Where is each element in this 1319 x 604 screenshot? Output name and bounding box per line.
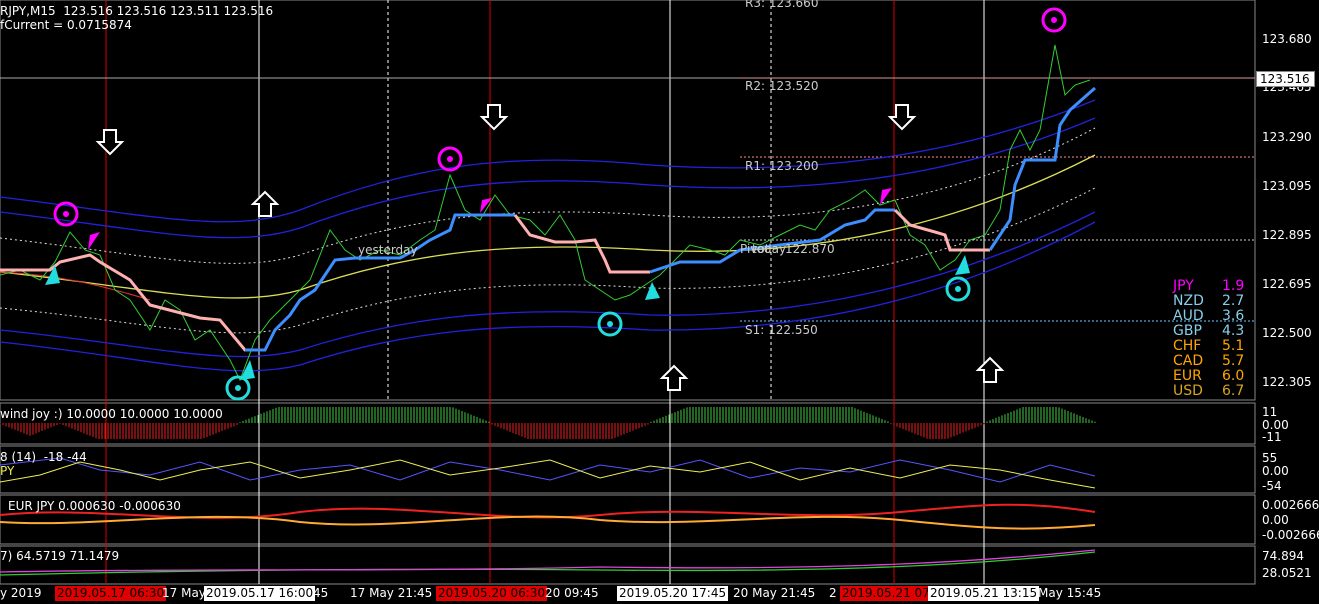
indicator2-label: 8 (14) -18 -44 [0, 450, 87, 464]
time-axis-label: 2019.05.21 07 [840, 586, 932, 601]
current-price-tag: 123.516 [1256, 71, 1315, 87]
price-axis-label: 122.305 [1262, 375, 1312, 389]
price-axis-label: 122.695 [1262, 277, 1312, 291]
price-axis-label: 122.500 [1262, 326, 1312, 340]
time-axis-label: 2019.05.20 17:45 [617, 586, 729, 601]
signal-circles [53, 7, 1067, 401]
currency-strength-value: 3.6 [1222, 308, 1245, 324]
trail-line-sell-2 [513, 214, 650, 274]
envelope-bands [0, 99, 1096, 372]
trail-line-buy-2 [649, 208, 895, 274]
session-lines [105, 0, 985, 584]
indicator4-axis: 28.0521 [1262, 566, 1312, 580]
indicator3-frame [0, 494, 1256, 545]
indicator2-yellow-line [0, 459, 1096, 489]
time-axis-label: 2019.05.20 06:30 [436, 586, 548, 601]
price-axis-label: 123.290 [1262, 130, 1312, 144]
price-line [0, 44, 1091, 382]
indicator3-axis: 0.002666 [1262, 498, 1319, 512]
price-axis-label: 123.095 [1262, 179, 1312, 193]
indicator1-axis: 11 [1262, 405, 1278, 419]
price-axis-label: 122.895 [1262, 228, 1312, 242]
time-axis-label: May 15:45 [1038, 586, 1102, 600]
chart-canvas[interactable] [0, 0, 1319, 604]
pivot-today-label: today [752, 242, 787, 256]
price-axis-label: 123.680 [1262, 32, 1312, 46]
time-axis-label: 2019.05.21 13:15 [928, 586, 1040, 601]
triangle-signals [45, 188, 970, 380]
pivot-r2-label: R2: 123.520 [745, 79, 819, 93]
indicator1-axis: -11 [1262, 430, 1282, 444]
currency-strength-value: 5.1 [1222, 338, 1245, 354]
indicator1-label: wind joy :) 10.0000 10.0000 10.0000 [0, 407, 223, 421]
indicator3-label: EUR JPY 0.000630 -0.000630 [8, 499, 181, 513]
pivot-r1-label: R1: 123.200 [745, 159, 819, 173]
trail-line-sell [0, 253, 265, 352]
time-axis-label: 45 [313, 586, 329, 600]
pivot-r3-label: R3: 123.660 [745, 0, 819, 10]
pivot-value-label: 122.870 [785, 242, 835, 256]
indicator2-sublabel: PY [0, 464, 15, 478]
indicator4-green-line [0, 551, 1096, 576]
currency-strength-value: 2.7 [1222, 293, 1245, 309]
indicator4-axis: 74.894 [1262, 549, 1304, 563]
indicator2-axis: -54 [1262, 479, 1282, 493]
indicator4-frame [0, 545, 1256, 585]
currency-strength-value: 6.0 [1222, 368, 1245, 384]
time-axis-label: 2019.05.17 06:30 [55, 586, 167, 601]
indicator4-label: 7) 64.5719 71.1479 [0, 549, 120, 563]
main-chart-frame [0, 0, 1256, 401]
indicator3-axis: -0.002666 [1262, 528, 1319, 542]
symbol-header: RJPY,M15 123.516 123.516 123.511 123.516 [0, 4, 274, 18]
currency-strength-value: 5.7 [1222, 353, 1245, 369]
current-value-label: fCurrent = 0.0715874 [0, 18, 132, 32]
yesterday-label: yesterday [358, 243, 418, 257]
trail-line-buy-3 [988, 86, 1096, 251]
time-axis-label: y 2019 [0, 586, 42, 600]
currency-strength-value: 4.3 [1222, 323, 1245, 339]
currency-strength-value: 6.7 [1222, 383, 1245, 399]
indicator2-axis: 55 [1262, 451, 1278, 465]
time-axis-label: 17 May 21:45 [350, 586, 433, 600]
pivot-s1-label: S1: 122.550 [745, 323, 818, 337]
time-axis-label: 20 May 21:45 [733, 586, 816, 600]
time-axis-label: 20 09:45 [545, 586, 599, 600]
time-axis-label: 2019.05.17 16:00 [204, 586, 316, 601]
indicator3-axis: 0.00 [1262, 513, 1289, 527]
indicator2-axis: 0.00 [1262, 464, 1289, 478]
indicator4-magenta-line [0, 549, 1096, 573]
time-axis-label: 2 [829, 586, 837, 600]
currency-strength-value: 1.9 [1222, 278, 1245, 294]
